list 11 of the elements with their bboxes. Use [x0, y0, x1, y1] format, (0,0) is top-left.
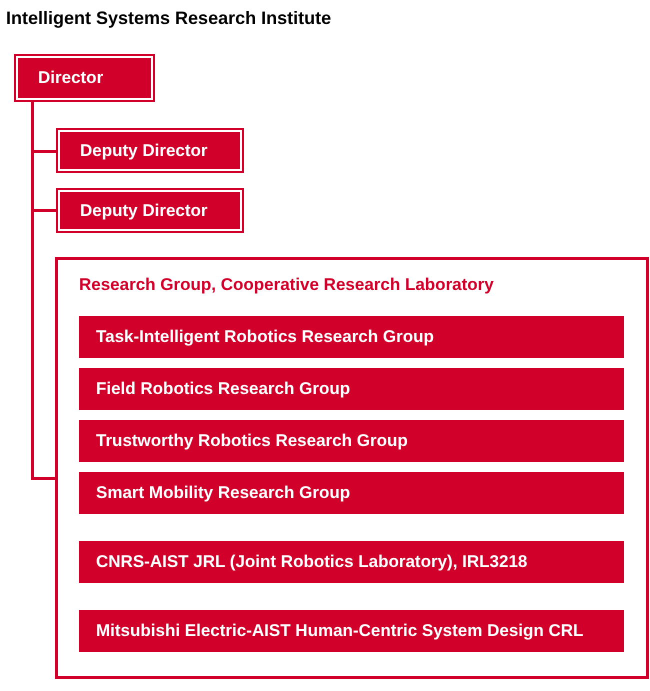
research-unit-bar: Field Robotics Research Group	[79, 368, 624, 410]
research-unit-bar: Smart Mobility Research Group	[79, 472, 624, 514]
section-heading: Research Group, Cooperative Research Laboratory	[79, 274, 495, 296]
page-title: Intelligent Systems Research Institute	[6, 7, 332, 30]
deputy-director-box: Deputy Director	[56, 128, 244, 173]
research-unit-bar: Mitsubishi Electric-AIST Human-Centric System Design CRL	[79, 610, 624, 652]
research-unit-bar: Task-Intelligent Robotics Research Group	[79, 316, 624, 358]
research-unit-bar: CNRS-AIST JRL (Joint Robotics Laboratory), IRL3218	[79, 541, 624, 583]
research-unit-bar: Trustworthy Robotics Research Group	[79, 420, 624, 462]
deputy-director-box: Deputy Director	[56, 188, 244, 233]
director-box: Director	[14, 54, 155, 102]
